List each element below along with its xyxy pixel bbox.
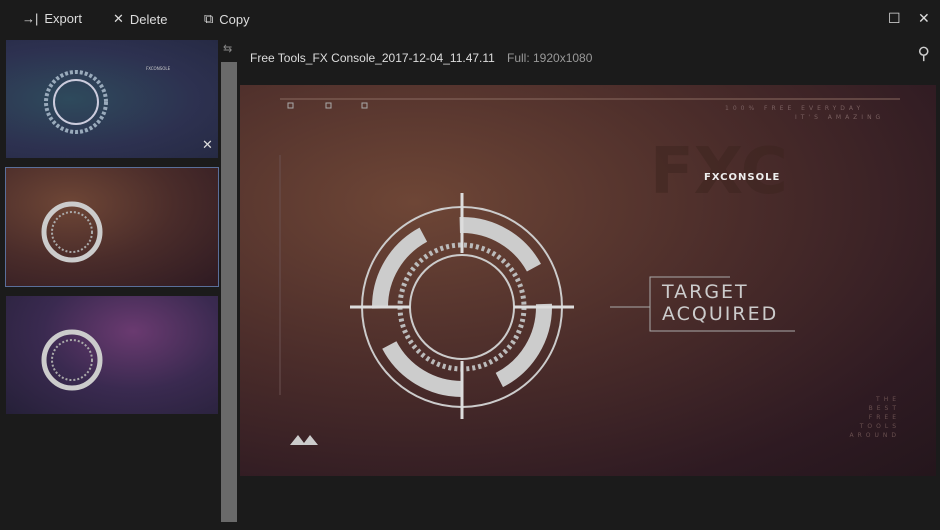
export-icon: →|	[22, 11, 39, 26]
maximize-button[interactable]: ☐	[888, 10, 901, 27]
zoom-icon[interactable]: ⚲	[918, 44, 930, 64]
swap-icon[interactable]: ⇆	[223, 42, 232, 55]
delete-button[interactable]: ✕ Delete	[113, 11, 167, 27]
thumbnail-2[interactable]	[5, 167, 219, 287]
side-text: THE BEST FREE TOOLS AROUND	[849, 396, 900, 439]
remove-thumbnail-icon[interactable]: ✕	[202, 138, 213, 153]
toolbar: →| Export ✕ Delete ⧉ Copy ☐ ✕	[0, 0, 940, 38]
copy-button[interactable]: ⧉ Copy	[204, 11, 250, 27]
thumbnail-3[interactable]	[6, 296, 218, 414]
thumbnail-1[interactable]: FXCONSOLE ✕	[6, 40, 218, 158]
file-name: Free Tools_FX Console_2017-12-04_11.47.1…	[250, 51, 495, 65]
thumbnail-list: FXCONSOLE ✕	[0, 38, 220, 530]
image-viewer: Free Tools_FX Console_2017-12-04_11.47.1…	[238, 38, 940, 530]
copy-icon: ⧉	[204, 11, 214, 26]
close-x-icon: ✕	[113, 11, 124, 26]
resolution-label: Full: 1920x1080	[507, 51, 593, 65]
close-window-button[interactable]: ✕	[918, 10, 930, 27]
scrollbar[interactable]	[221, 62, 237, 522]
export-button[interactable]: →| Export	[22, 11, 82, 26]
preview-image: FXC FXCONSOLE TARGET ACQUIRED 100% FREE …	[240, 85, 936, 476]
